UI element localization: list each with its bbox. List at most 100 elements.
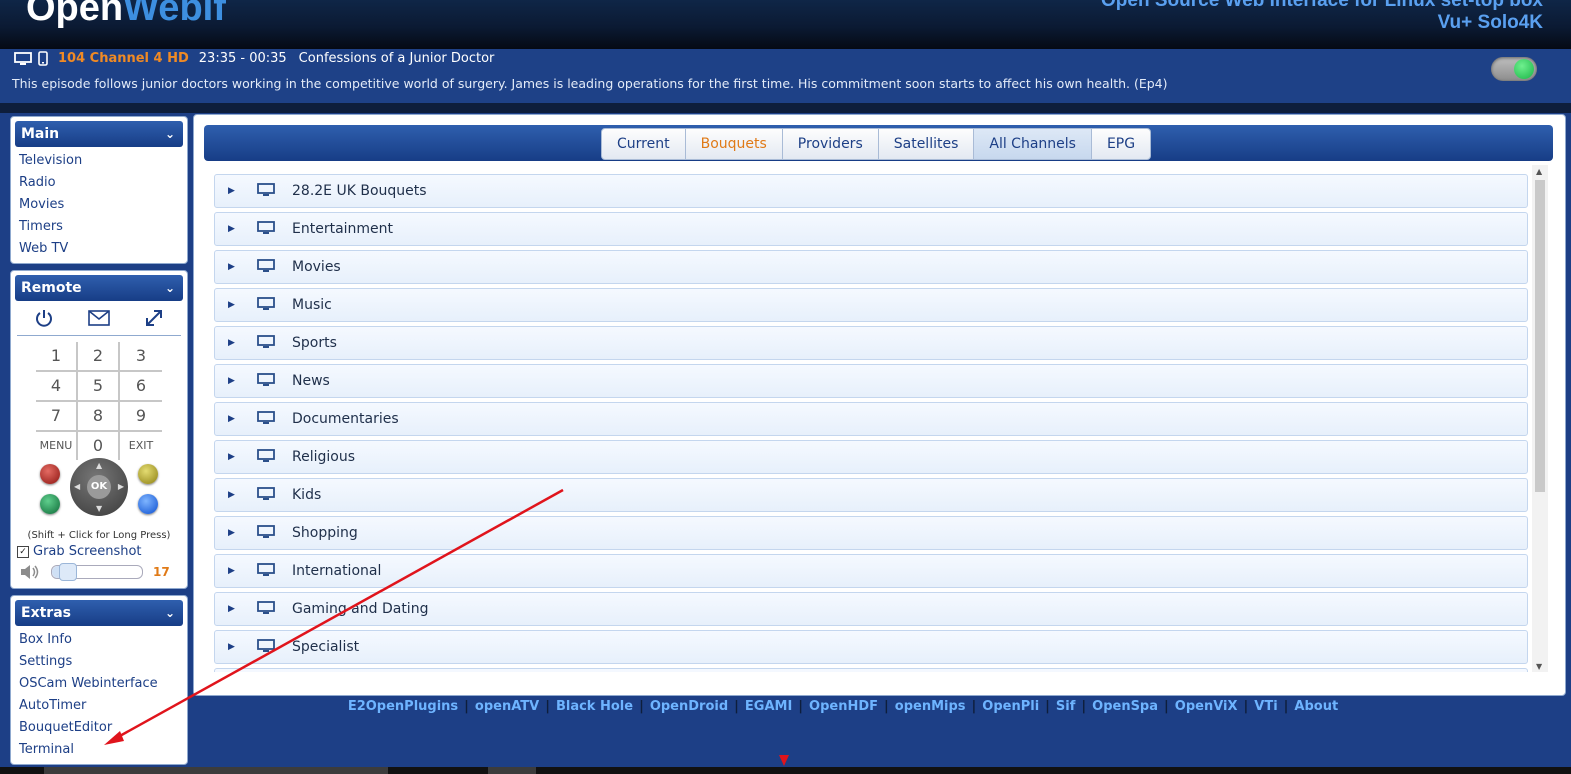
tab-current[interactable]: Current <box>601 128 686 160</box>
menu-item-radio[interactable]: Radio <box>15 172 183 194</box>
expand-arrow-icon[interactable]: ▶ <box>228 327 235 359</box>
extras-panel-header[interactable]: Extras ⌄ <box>15 600 183 626</box>
blue-button[interactable] <box>138 494 158 514</box>
expand-arrow-icon[interactable]: ▶ <box>228 479 235 511</box>
key-2[interactable]: 2 <box>78 342 120 372</box>
menu-item-television[interactable]: Television <box>15 150 183 172</box>
tab-all-channels[interactable]: All Channels <box>973 128 1092 160</box>
bouquet-row[interactable]: ▶ Movies <box>214 250 1528 284</box>
bouquet-row[interactable]: ▶ News <box>214 364 1528 398</box>
grab-screenshot-option[interactable]: ✓ Grab Screenshot <box>15 544 183 559</box>
expand-arrow-icon[interactable]: ▶ <box>228 175 235 207</box>
key-3[interactable]: 3 <box>120 342 162 372</box>
bouquet-row[interactable]: ▶ Adult <box>214 668 1528 672</box>
expand-arrow-icon[interactable]: ▶ <box>228 213 235 245</box>
red-button[interactable] <box>40 464 60 484</box>
expand-arrow-icon[interactable]: ▶ <box>228 441 235 473</box>
current-channel[interactable]: 104 Channel 4 HD <box>58 51 189 66</box>
menu-item-autotimer[interactable]: AutoTimer <box>15 695 183 717</box>
footer-link[interactable]: OpenHDF <box>809 699 878 714</box>
arrow-right-icon[interactable]: ▶ <box>118 482 124 491</box>
key-0[interactable]: 0 <box>78 432 120 460</box>
scrollbar-thumb[interactable] <box>1535 180 1545 492</box>
footer-link[interactable]: Sif <box>1056 699 1075 714</box>
expand-arrow-icon[interactable]: ▶ <box>228 593 235 625</box>
bouquet-row[interactable]: ▶ Shopping <box>214 516 1528 550</box>
key-exit[interactable]: EXIT <box>120 432 162 460</box>
grab-screenshot-checkbox[interactable]: ✓ <box>17 545 29 558</box>
footer-link[interactable]: OpenSpa <box>1092 699 1158 714</box>
expand-icon[interactable] <box>144 308 164 328</box>
arrow-up-icon[interactable]: ▲ <box>96 461 102 470</box>
footer-link[interactable]: OpenDroid <box>650 699 728 714</box>
footer-link[interactable]: E2OpenPlugins <box>348 699 458 714</box>
message-icon[interactable] <box>88 310 110 326</box>
tab-providers[interactable]: Providers <box>781 128 879 160</box>
expand-arrow-icon[interactable]: ▶ <box>228 289 235 321</box>
menu-item-web-tv[interactable]: Web TV <box>15 238 183 260</box>
tv-icon[interactable] <box>14 51 32 66</box>
scroll-up-icon[interactable]: ▲ <box>1536 167 1542 176</box>
footer-link[interactable]: About <box>1294 699 1338 714</box>
key-5[interactable]: 5 <box>78 372 120 402</box>
bouquet-row[interactable]: ▶ 28.2E UK Bouquets <box>214 174 1528 208</box>
footer-link[interactable]: openATV <box>475 699 539 714</box>
menu-item-timers[interactable]: Timers <box>15 216 183 238</box>
bouquet-row[interactable]: ▶ Documentaries <box>214 402 1528 436</box>
expand-arrow-icon[interactable]: ▶ <box>228 403 235 435</box>
theme-toggle[interactable] <box>1491 57 1537 81</box>
openwebif-logo[interactable]: OpenWebIf <box>26 0 226 30</box>
expand-arrow-icon[interactable]: ▶ <box>228 251 235 283</box>
menu-item-box-info[interactable]: Box Info <box>15 629 183 651</box>
bouquet-row[interactable]: ▶ International <box>214 554 1528 588</box>
bouquet-row[interactable]: ▶ Specialist <box>214 630 1528 664</box>
footer-link[interactable]: OpenPli <box>982 699 1039 714</box>
tab-bouquets[interactable]: Bouquets <box>684 128 783 160</box>
footer-link[interactable]: Black Hole <box>556 699 633 714</box>
menu-item-movies[interactable]: Movies <box>15 194 183 216</box>
footer-link[interactable]: openMips <box>895 699 966 714</box>
volume-handle[interactable] <box>59 563 78 581</box>
bouquet-row[interactable]: ▶ Entertainment <box>214 212 1528 246</box>
key-8[interactable]: 8 <box>78 402 120 432</box>
key-9[interactable]: 9 <box>120 402 162 432</box>
volume-slider[interactable] <box>51 563 143 581</box>
speaker-icon[interactable] <box>19 563 41 581</box>
bouquet-row[interactable]: ▶ Kids <box>214 478 1528 512</box>
ok-button[interactable]: OK <box>87 475 111 499</box>
green-button[interactable] <box>40 494 60 514</box>
menu-item-oscam[interactable]: OSCam Webinterface <box>15 673 183 695</box>
expand-arrow-icon[interactable]: ▶ <box>228 669 235 672</box>
main-panel-header[interactable]: Main ⌄ <box>15 121 183 147</box>
key-7[interactable]: 7 <box>36 402 78 432</box>
expand-arrow-icon[interactable]: ▶ <box>228 365 235 397</box>
power-icon[interactable] <box>34 308 54 328</box>
bouquet-row[interactable]: ▶ Sports <box>214 326 1528 360</box>
footer-link[interactable]: VTi <box>1254 699 1277 714</box>
menu-item-terminal[interactable]: Terminal <box>15 739 183 761</box>
scrollbar[interactable]: ▲ ▼ <box>1532 165 1548 672</box>
mobile-icon[interactable] <box>38 51 48 66</box>
expand-arrow-icon[interactable]: ▶ <box>228 517 235 549</box>
arrow-down-icon[interactable]: ▼ <box>96 504 102 513</box>
key-4[interactable]: 4 <box>36 372 78 402</box>
bouquet-row[interactable]: ▶ Gaming and Dating <box>214 592 1528 626</box>
footer-link[interactable]: OpenViX <box>1175 699 1238 714</box>
menu-item-settings[interactable]: Settings <box>15 651 183 673</box>
key-menu[interactable]: MENU <box>36 432 78 460</box>
tab-satellites[interactable]: Satellites <box>877 128 975 160</box>
expand-arrow-icon[interactable]: ▶ <box>228 555 235 587</box>
arrow-left-icon[interactable]: ◀ <box>74 482 80 491</box>
key-1[interactable]: 1 <box>36 342 78 372</box>
yellow-button[interactable] <box>138 464 158 484</box>
footer-link[interactable]: EGAMI <box>745 699 792 714</box>
direction-pad[interactable]: ▲ ▼ ◀ ▶ OK <box>70 458 128 516</box>
menu-item-bouqueteditor[interactable]: BouquetEditor <box>15 717 183 739</box>
bouquet-row[interactable]: ▶ Music <box>214 288 1528 322</box>
key-6[interactable]: 6 <box>120 372 162 402</box>
tab-epg[interactable]: EPG <box>1090 128 1152 160</box>
bouquet-row[interactable]: ▶ Religious <box>214 440 1528 474</box>
remote-panel-header[interactable]: Remote ⌄ <box>15 275 183 301</box>
expand-arrow-icon[interactable]: ▶ <box>228 631 235 663</box>
scroll-down-icon[interactable]: ▼ <box>1536 662 1542 671</box>
